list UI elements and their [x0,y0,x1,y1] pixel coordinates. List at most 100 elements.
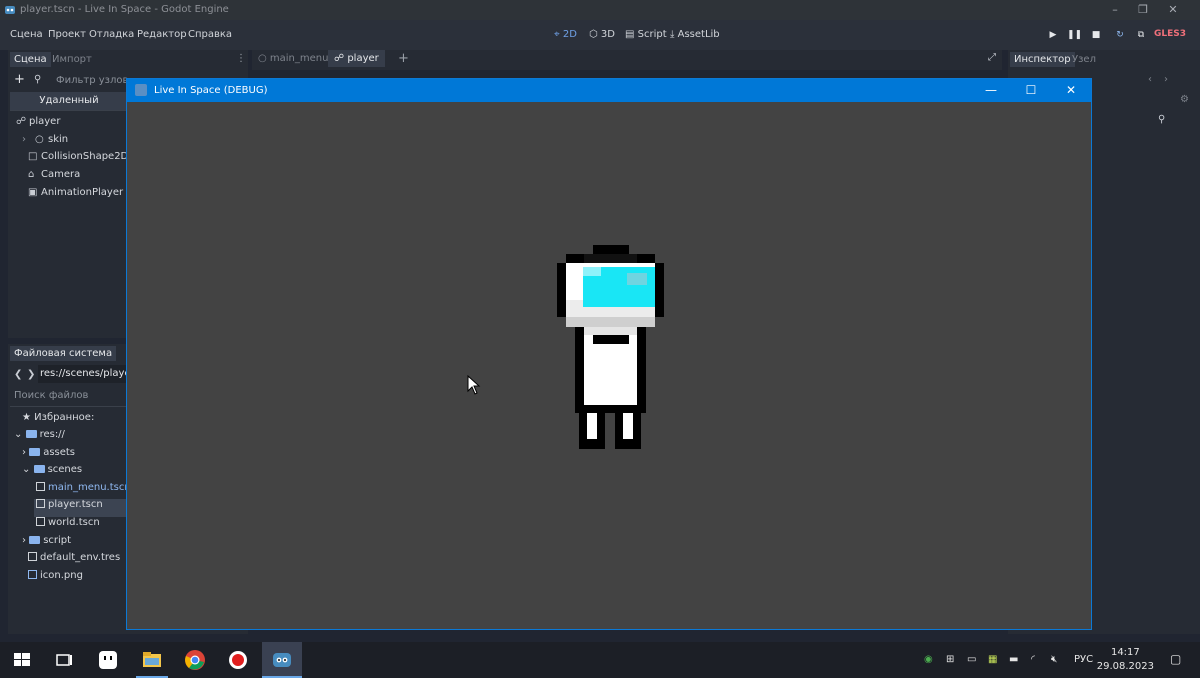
tree-node-camera[interactable]: ⌂ Camera [28,169,80,187]
file-world[interactable]: world.tscn [36,517,100,535]
play-icon[interactable]: ▶ [1046,28,1060,42]
chevron-right-icon: › [22,447,30,458]
play-scene-icon[interactable]: ⧉ [1134,28,1148,42]
record-icon[interactable] [226,648,250,672]
chevron-right-icon: › [22,535,30,546]
task-view-icon[interactable] [52,648,76,672]
distraction-free-icon[interactable]: ⤢ [988,52,996,63]
file-search-input[interactable]: Поиск файлов [14,390,88,401]
language-indicator[interactable]: РУС [1074,654,1093,665]
path-field[interactable]: res://scenes/player. [38,365,132,383]
tab-scene[interactable]: Сцена [10,52,51,67]
workspace-3d[interactable]: ⬡ 3D [589,29,615,40]
menu-project[interactable]: Проект [48,29,86,40]
notifications-icon[interactable]: ▢ [1170,652,1181,666]
chrome-icon[interactable] [183,648,207,672]
3d-icon: ⬡ [589,29,598,40]
file-player[interactable]: player.tscn [34,499,128,517]
reload-icon[interactable]: ↻ [1113,28,1127,42]
player-sprite [557,245,664,449]
scene-tab-icon: ○ [258,53,270,64]
tab-filesystem[interactable]: Файловая система [10,346,117,361]
folder-res[interactable]: ⌄ res:// [14,429,65,447]
scene-file-icon [36,482,45,491]
kinematic-body-icon: ☍ [334,53,348,64]
forward-icon[interactable]: ❯ [27,369,35,380]
workspace-script[interactable]: ▤ Script [625,29,667,40]
stop-icon[interactable]: ■ [1089,28,1103,42]
clock-date: 29.08.2023 [1096,661,1154,672]
restore-button[interactable]: ❐ [1128,2,1158,18]
pause-icon[interactable]: ❚❚ [1067,28,1082,42]
scene-file-icon [36,499,45,508]
tree-node-collisionshape2d[interactable]: □ CollisionShape2D [28,151,128,169]
file-default-env[interactable]: default_env.tres [28,552,120,570]
file-icon-png[interactable]: icon.png [28,570,83,588]
game-maximize-button[interactable]: ☐ [1011,82,1051,99]
folder-script[interactable]: › script [22,535,71,553]
file-explorer-icon[interactable] [140,648,164,672]
volume-muted-icon[interactable]: 🔇︎ [1051,654,1057,665]
tree-node-skin[interactable]: › ○ skin [22,134,68,152]
menu-scene[interactable]: Сцена [10,29,43,40]
tab-import[interactable]: Импорт [52,54,92,65]
game-window[interactable]: Live In Space (DEBUG) — ☐ ✕ [126,78,1092,630]
menu-debug[interactable]: Отладка [89,29,134,40]
node-filter-input[interactable]: Фильтр узлов [56,75,128,86]
folder-scenes[interactable]: ⌄ scenes [22,464,82,482]
dock-menu-icon[interactable]: ⋮ [236,53,246,64]
back-icon[interactable]: ❮ [14,369,22,380]
tray-app-icon[interactable]: ◉ [924,654,933,665]
wifi-icon[interactable]: ◜ [1031,654,1035,665]
windows-start-icon[interactable] [10,648,34,672]
close-button[interactable]: ✕ [1158,2,1188,18]
workspace-assetlib[interactable]: ⤓ AssetLib [670,29,720,40]
tab-main-menu[interactable]: ○ main_menu [258,53,328,64]
history-back-icon[interactable]: ‹ [1148,74,1152,85]
game-minimize-button[interactable]: — [971,82,1011,99]
remote-tab[interactable]: Удаленный [10,92,128,110]
workspace-2d[interactable]: ⌖ 2D [554,29,577,40]
screen-recorder-icon[interactable] [96,648,120,672]
editor-menubar: Сцена Проект Отладка Редактор Справка ⌖ … [0,20,1200,50]
godot-icon [5,6,15,14]
menu-help[interactable]: Справка [188,29,232,40]
game-window-title: Live In Space (DEBUG) [154,85,268,96]
folder-assets[interactable]: › assets [22,447,75,465]
add-tab-icon[interactable]: + [398,51,409,66]
link-icon[interactable]: ⚲ [34,74,41,85]
tab-player[interactable]: ☍ player [328,50,385,67]
chevron-right-icon: › [22,134,26,145]
minimize-button[interactable]: – [1100,2,1130,18]
history-forward-icon[interactable]: › [1164,74,1168,85]
tray-nvidia-icon[interactable]: ▦ [988,654,997,665]
battery-icon[interactable]: ▬ [1009,654,1018,665]
assetlib-icon: ⤓ [670,29,675,40]
search-icon[interactable]: ⚲ [1158,114,1165,125]
folder-icon [33,465,45,473]
scene-tabs: ○ main_menu ☍ player + ⤢ [252,50,1002,70]
clock[interactable]: 14:17 29.08.2023 [1097,646,1154,674]
game-close-button[interactable]: ✕ [1051,82,1091,99]
godot-icon [135,84,147,96]
tree-node-player[interactable]: ☍ player [16,116,60,134]
file-main-menu[interactable]: main_menu.tscn [36,482,131,500]
tray-network-adapter-icon[interactable]: ⊞ [946,654,954,665]
tab-node[interactable]: Узел [1072,54,1096,65]
animation-player-icon: ▣ [28,187,38,198]
renderer-label[interactable]: GLES3 [1154,29,1186,39]
add-node-icon[interactable]: + [14,72,25,87]
tab-inspector[interactable]: Инспектор [1010,52,1075,67]
favorites-item[interactable]: ★ Избранное: [22,412,94,430]
tree-node-animationplayer[interactable]: ▣ AnimationPlayer [28,187,123,205]
camera-icon: ⌂ [28,169,35,180]
taskbar: ◉ ⊞ ▭ ▦ ▬ ◜ 🔇︎ РУС 14:17 29.08.2023 ▢ [0,642,1200,678]
image-file-icon [28,570,37,579]
window-title: player.tscn - Live In Space - Godot Engi… [20,4,229,15]
node2d-icon: ○ [35,134,44,145]
tools-icon[interactable]: ⚙ [1180,94,1189,105]
godot-taskbar-button[interactable] [262,642,302,678]
menu-editor[interactable]: Редактор [137,29,187,40]
chevron-down-icon: ⌄ [14,429,26,440]
tray-display-icon[interactable]: ▭ [967,654,976,665]
